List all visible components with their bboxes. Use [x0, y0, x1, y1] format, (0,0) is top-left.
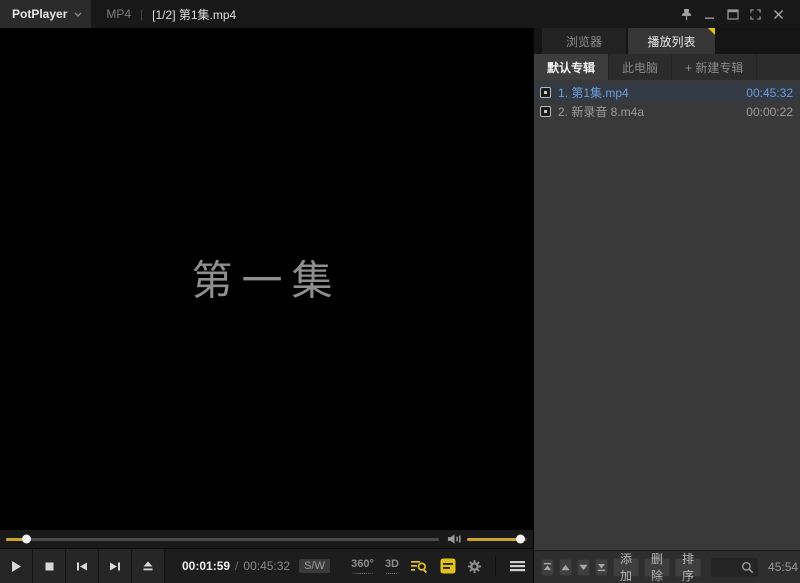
- active-tab-flag: [708, 28, 715, 35]
- media-file-icon: [540, 87, 551, 98]
- app-menu-button[interactable]: PotPlayer: [0, 0, 91, 28]
- menu-hamburger-icon[interactable]: [509, 560, 526, 572]
- tab-default-album[interactable]: 默认专辑: [534, 54, 609, 80]
- playlist-total-time: 45:54: [768, 560, 798, 574]
- minimize-icon[interactable]: [698, 3, 721, 25]
- subtitle-icon[interactable]: [440, 558, 456, 574]
- scene-search-icon[interactable]: [410, 559, 429, 574]
- add-button[interactable]: 添加: [613, 558, 639, 577]
- time-display: 00:01:59 / 00:45:32 S/W: [182, 549, 330, 583]
- titlebar: PotPlayer MP4 | [1/2] 第1集.mp4: [0, 0, 800, 28]
- titlebar-separator: |: [140, 7, 143, 21]
- 360-arc: [351, 571, 374, 574]
- fullscreen-icon[interactable]: [744, 3, 767, 25]
- 3d-mode-button[interactable]: 3D: [385, 559, 399, 574]
- tab-new-album[interactable]: + 新建专辑: [672, 54, 757, 80]
- speaker-icon[interactable]: [447, 533, 462, 545]
- playlist-footer: 添加 删除 排序 45:54: [534, 550, 800, 583]
- transport-bar: 00:01:59 / 00:45:32 S/W 360° 3D: [0, 548, 533, 583]
- 360-mode-button[interactable]: 360°: [351, 559, 374, 574]
- play-button[interactable]: [0, 549, 33, 583]
- open-eject-button[interactable]: [132, 549, 165, 583]
- volume-thumb[interactable]: [516, 535, 525, 544]
- playlist-panel: 浏览器 播放列表 默认专辑 此电脑 + 新建专辑: [533, 28, 800, 583]
- move-up-button[interactable]: [559, 559, 572, 576]
- video-frame-text: 第一集: [0, 247, 533, 307]
- potplayer-window: PotPlayer MP4 | [1/2] 第1集.mp4: [0, 0, 800, 583]
- move-to-bottom-button[interactable]: [595, 559, 608, 576]
- sort-button[interactable]: 排序: [675, 558, 701, 577]
- playlist-item-title: 2. 新录音 8.m4a: [558, 103, 644, 120]
- player-area: 第一集: [0, 28, 533, 583]
- decoder-badge[interactable]: S/W: [299, 559, 330, 573]
- tab-playlist[interactable]: 播放列表: [628, 28, 715, 54]
- format-badge: MP4: [106, 7, 131, 21]
- video-display[interactable]: 第一集: [0, 28, 533, 530]
- playlist-item-duration: 00:00:22: [746, 105, 793, 119]
- 3d-arc: [385, 571, 399, 574]
- seek-bar[interactable]: [6, 538, 439, 541]
- previous-button[interactable]: [66, 549, 99, 583]
- media-file-icon: [540, 106, 551, 117]
- pin-icon[interactable]: [675, 3, 698, 25]
- playlist-item-title: 1. 第1集.mp4: [558, 84, 629, 101]
- current-time: 00:01:59: [182, 559, 230, 573]
- next-button[interactable]: [99, 549, 132, 583]
- panel-tabs: 浏览器 播放列表: [534, 28, 800, 54]
- playlist-list: 1. 第1集.mp4 00:45:32 2. 新录音 8.m4a 00:00:2…: [534, 80, 800, 550]
- total-time: 00:45:32: [243, 559, 290, 573]
- playlist-item[interactable]: 1. 第1集.mp4 00:45:32: [534, 83, 800, 102]
- playlist-search-box[interactable]: [711, 558, 758, 577]
- chevron-down-icon: [74, 12, 82, 17]
- seek-row: [0, 530, 533, 548]
- settings-gear-icon[interactable]: [467, 559, 482, 574]
- search-icon: [741, 561, 754, 574]
- tab-this-pc[interactable]: 此电脑: [609, 54, 672, 80]
- volume-slider[interactable]: [467, 538, 527, 541]
- maximize-icon[interactable]: [721, 3, 744, 25]
- volume-level: [467, 538, 520, 541]
- tab-browser[interactable]: 浏览器: [542, 28, 626, 54]
- move-to-top-button[interactable]: [541, 559, 554, 576]
- move-down-button[interactable]: [577, 559, 590, 576]
- playlist-item[interactable]: 2. 新录音 8.m4a 00:00:22: [534, 102, 800, 121]
- app-name: PotPlayer: [12, 7, 67, 21]
- close-icon[interactable]: [767, 3, 790, 25]
- playlist-item-duration: 00:45:32: [746, 86, 793, 100]
- seek-thumb[interactable]: [22, 535, 31, 544]
- media-title: [1/2] 第1集.mp4: [152, 6, 236, 23]
- delete-button[interactable]: 删除: [644, 558, 670, 577]
- stop-button[interactable]: [33, 549, 66, 583]
- window-controls: [675, 3, 800, 25]
- album-tabs: 默认专辑 此电脑 + 新建专辑: [534, 54, 800, 80]
- playlist-search-input[interactable]: [716, 561, 738, 573]
- time-separator: /: [235, 559, 238, 573]
- controls-divider: [495, 556, 496, 576]
